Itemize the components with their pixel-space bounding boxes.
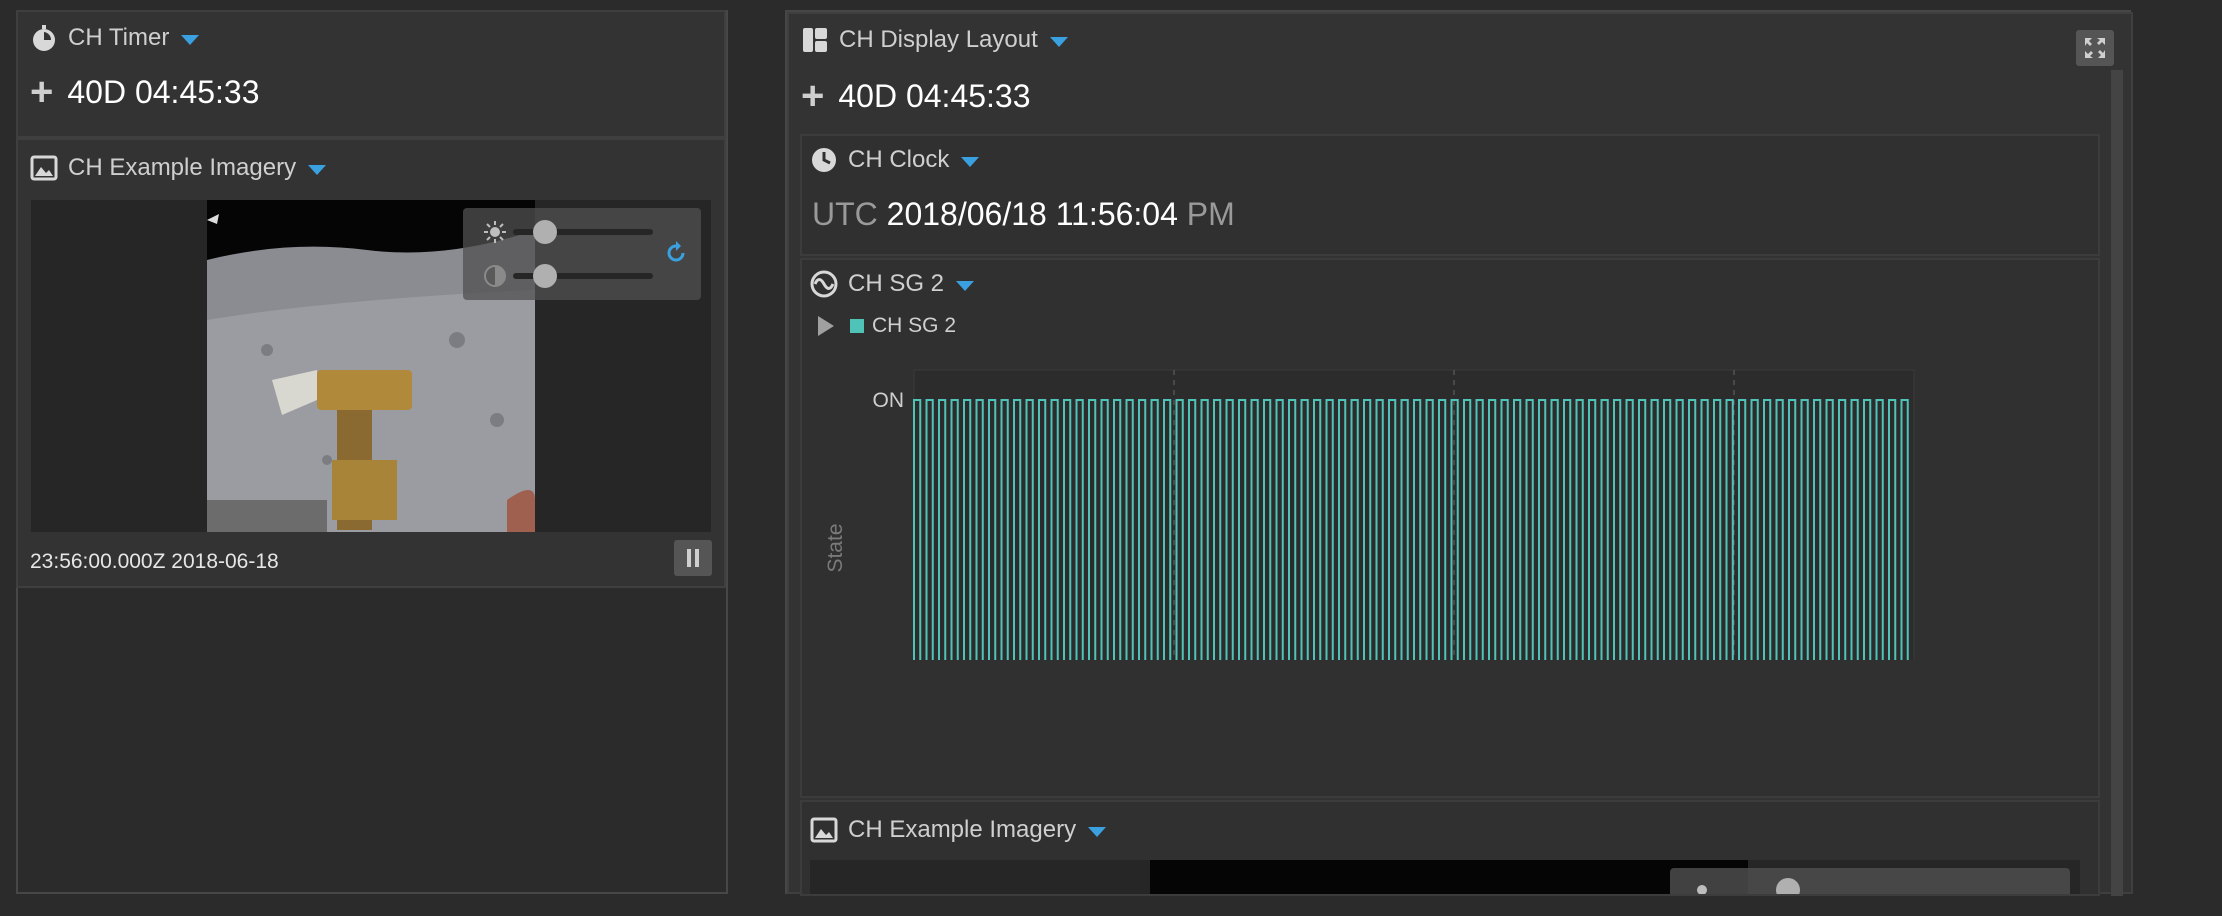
timer-value: 40D 04:45:33 (67, 73, 260, 110)
clock-readout: UTC 2018/06/18 11:56:04 PM (812, 196, 1235, 233)
y-tick-label: ON (873, 389, 905, 412)
expand-button[interactable] (2076, 30, 2114, 66)
imagery-timestamp: 23:56:00.000Z 2018-06-18 (30, 550, 279, 573)
brightness-icon (1697, 885, 1707, 894)
layout-icon (803, 28, 827, 52)
layout-timer-display: + 40D 04:45:33 (801, 76, 1031, 116)
timer-panel: CH Timer + 40D 04:45:33 (16, 10, 726, 138)
clock-title: CH Clock (848, 146, 950, 173)
legend-label: CH SG 2 (872, 314, 957, 337)
imagery-left-title: CH Example Imagery (68, 154, 297, 181)
image-adjust-panel (463, 208, 701, 300)
plus-icon: + (30, 70, 54, 114)
sg2-header[interactable]: CH SG 2 (810, 270, 975, 298)
display-layout-header[interactable]: CH Display Layout (801, 26, 1068, 54)
expand-icon (2085, 38, 2105, 58)
sg2-legend[interactable]: CH SG 2 (816, 314, 956, 338)
timer-title: CH Timer (68, 24, 170, 51)
image-viewer (31, 200, 711, 532)
reset-icon[interactable] (663, 240, 689, 266)
pause-button[interactable] (674, 540, 712, 576)
imagery-right-title: CH Example Imagery (848, 816, 1077, 843)
chevron-down-icon[interactable] (956, 281, 975, 291)
imagery-left-header[interactable]: CH Example Imagery (30, 154, 327, 182)
imagery-left-panel: CH Example Imagery 23:56:00.000Z 2018-06… (16, 138, 726, 588)
clock-ampm: PM (1186, 196, 1235, 232)
layout-scrollbar[interactable] (2111, 70, 2123, 896)
layout-timer-value: 40D 04:45:33 (838, 77, 1031, 114)
image-icon (30, 155, 58, 181)
clock-icon (812, 148, 836, 172)
chevron-down-icon[interactable] (308, 165, 327, 175)
play-icon[interactable] (816, 315, 836, 337)
image-viewer-right (810, 860, 2080, 894)
sine-wave-icon (810, 270, 838, 298)
brightness-slider-handle[interactable] (1776, 878, 1800, 894)
image-icon (810, 817, 838, 843)
chevron-down-icon[interactable] (1088, 827, 1107, 837)
contrast-slider-handle[interactable] (533, 264, 557, 288)
clock-datetime: 2018/06/18 11:56:04 (886, 196, 1178, 232)
series-line-sg2 (913, 399, 1909, 660)
sg2-plot[interactable]: ONOFFState22:05:0022:13:2022:21:40 (802, 360, 2098, 660)
plus-icon: + (801, 74, 825, 118)
timer-display: + 40D 04:45:33 (30, 72, 260, 112)
display-layout-panel: CH Display Layout + 40D 04:45:33 CH Cloc… (787, 12, 2133, 896)
image-adjust-panel-right (1670, 868, 2070, 894)
clock-panel: CH Clock UTC 2018/06/18 11:56:04 PM (800, 134, 2100, 256)
sg2-panel: CH SG 2 CH SG 2 ONOFFState22:05:0022:13:… (800, 258, 2100, 798)
contrast-icon (484, 265, 506, 287)
brightness-slider-handle[interactable] (533, 220, 557, 244)
legend-swatch (850, 319, 864, 333)
timer-header[interactable]: CH Timer (30, 24, 200, 52)
lunar-image-right (1150, 860, 1748, 894)
clock-timezone: UTC (812, 196, 878, 232)
y-axis-label: State (824, 523, 847, 572)
brightness-icon (484, 221, 506, 243)
timer-icon (33, 25, 55, 51)
imagery-right-header[interactable]: CH Example Imagery (810, 816, 1107, 844)
pause-icon (687, 549, 699, 567)
sg2-title: CH SG 2 (848, 270, 945, 297)
chevron-down-icon[interactable] (1049, 37, 1068, 47)
imagery-right-panel: CH Example Imagery (800, 800, 2100, 896)
display-layout-title: CH Display Layout (839, 26, 1038, 53)
chevron-down-icon[interactable] (961, 157, 980, 167)
chevron-down-icon[interactable] (181, 35, 200, 45)
clock-header[interactable]: CH Clock (810, 146, 980, 174)
